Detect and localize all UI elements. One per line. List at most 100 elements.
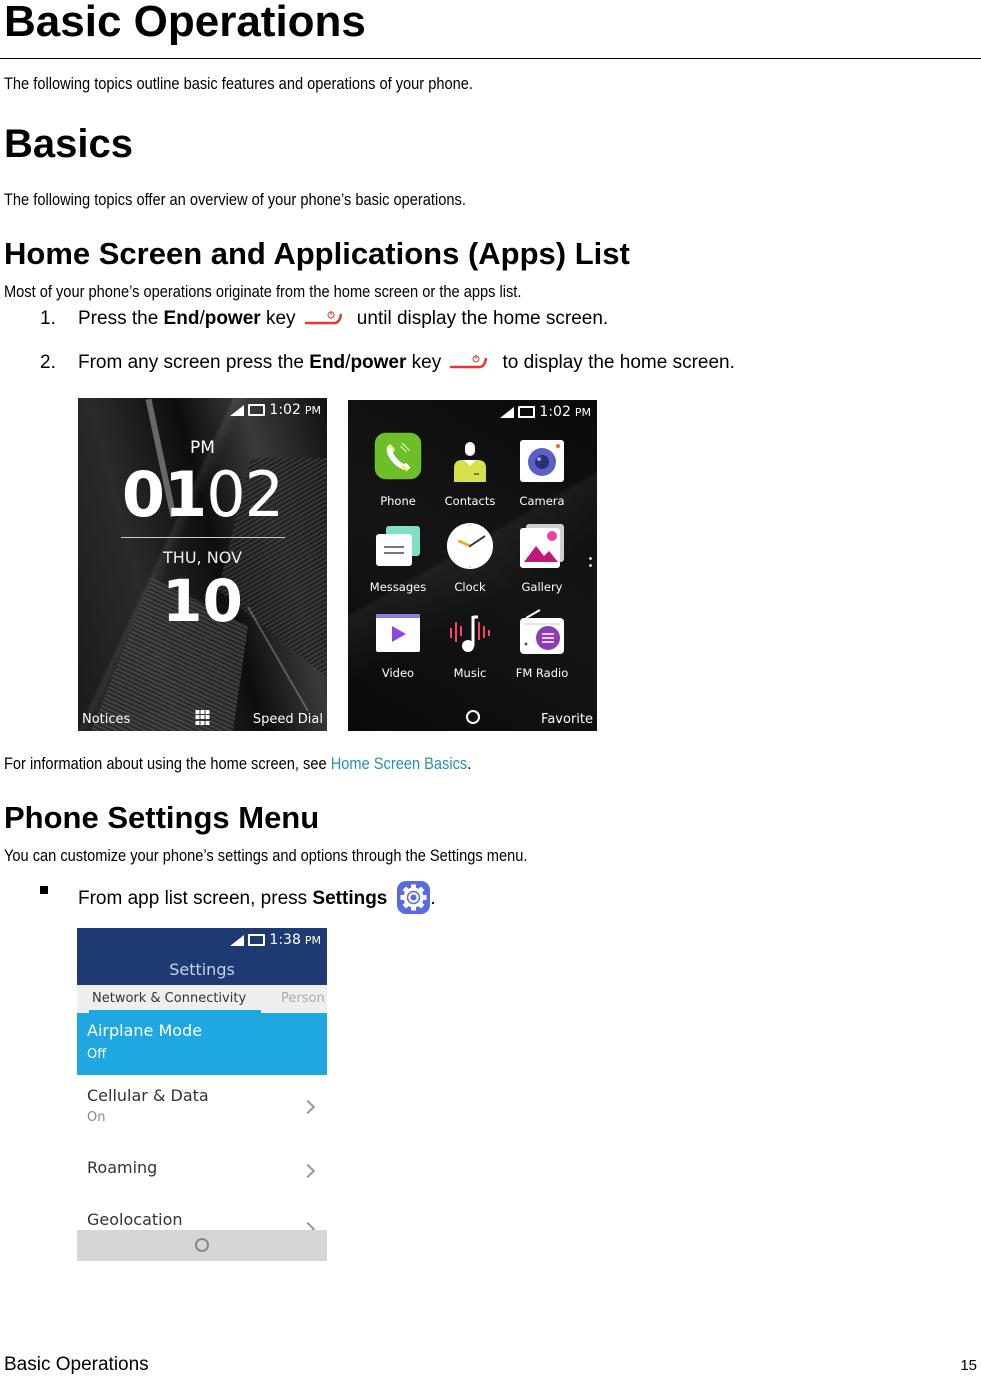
page-indicator bbox=[589, 557, 593, 571]
softkey-speed-dial[interactable]: Speed Dial bbox=[253, 712, 323, 727]
row-title: Geolocation bbox=[87, 1210, 183, 1229]
tab-network-connectivity[interactable]: Network & Connectivity bbox=[92, 991, 246, 1006]
bullet-pre: From app list screen, press bbox=[78, 888, 313, 909]
clock-hour: 01 bbox=[121, 458, 207, 531]
status-bar: 1:38 PM bbox=[230, 932, 321, 948]
settings-screenshot: 1:38 PM Settings Network & Connectivity P… bbox=[77, 928, 327, 1261]
status-time: 1:38 bbox=[269, 932, 301, 948]
basics-heading: Basics bbox=[4, 122, 133, 166]
clock-time: 0102 bbox=[78, 462, 327, 528]
app-label: Clock bbox=[454, 580, 486, 594]
home-section-intro-text: Most of your phone’s operations originat… bbox=[4, 282, 522, 301]
status-time: 1:02 bbox=[539, 404, 571, 420]
app-music[interactable]: Music bbox=[434, 608, 506, 688]
clock-minute: 02 bbox=[206, 458, 284, 531]
step-post: to display the home screen. bbox=[497, 352, 735, 373]
settings-tabs: Network & Connectivity Person bbox=[77, 985, 327, 1013]
softkey-favorite[interactable]: Favorite bbox=[541, 712, 593, 727]
app-video[interactable]: Video bbox=[362, 608, 434, 688]
settings-gear-icon bbox=[397, 881, 431, 914]
home-section-intro: Most of your phone’s operations originat… bbox=[4, 281, 606, 303]
settings-section-intro-text: You can customize your phone’s settings … bbox=[4, 846, 528, 865]
app-messages[interactable]: Messages bbox=[362, 522, 434, 602]
clock-date: THU, NOV bbox=[163, 548, 242, 567]
phone-icon bbox=[374, 432, 422, 484]
home-info-line: For information about using the home scr… bbox=[4, 753, 547, 775]
battery-icon bbox=[518, 406, 536, 418]
app-clock[interactable]: Clock bbox=[434, 522, 506, 602]
step-text: Press the End/power key until display th… bbox=[78, 307, 608, 331]
app-fm-radio[interactable]: FM Radio bbox=[506, 608, 578, 688]
app-phone[interactable]: Phone bbox=[362, 432, 434, 516]
home-circle-icon[interactable] bbox=[195, 1238, 209, 1252]
status-ampm: PM bbox=[574, 405, 591, 419]
apps-list-screenshot: 1:02 PM Phone Contacts Camera Messages C… bbox=[348, 400, 597, 731]
contacts-icon bbox=[446, 436, 494, 484]
step-mid: key bbox=[260, 308, 296, 329]
apps-grid-icon[interactable] bbox=[195, 710, 210, 725]
bullet-square bbox=[40, 886, 48, 894]
basics-intro-text: The following topics offer an overview o… bbox=[4, 190, 466, 209]
row-title: Airplane Mode bbox=[87, 1021, 203, 1040]
row-title: Roaming bbox=[87, 1158, 158, 1177]
info-post: . bbox=[467, 754, 472, 773]
step-number: 2. bbox=[40, 352, 56, 373]
app-grid: Phone Contacts Camera Messages Clock Gal… bbox=[362, 432, 582, 688]
softkey-notices[interactable]: Notices bbox=[82, 712, 130, 727]
app-label: Camera bbox=[519, 494, 565, 508]
clock-ampm: PM bbox=[190, 438, 215, 458]
home-screen-basics-link[interactable]: Home Screen Basics bbox=[331, 754, 468, 773]
basics-intro: The following topics offer an overview o… bbox=[4, 189, 541, 211]
tab-personalization[interactable]: Person bbox=[281, 991, 325, 1006]
page-intro: The following topics outline basic featu… bbox=[4, 73, 549, 95]
softkey-bar: Favorite bbox=[352, 707, 593, 727]
app-label: Gallery bbox=[521, 580, 563, 594]
app-label: Music bbox=[453, 666, 487, 680]
clock-day: 10 bbox=[162, 567, 243, 635]
app-contacts[interactable]: Contacts bbox=[434, 436, 506, 516]
app-gallery[interactable]: Gallery bbox=[506, 522, 578, 602]
app-label: Messages bbox=[369, 580, 427, 594]
app-label: Phone bbox=[380, 494, 416, 508]
home-section-heading: Home Screen and Applications (Apps) List bbox=[4, 236, 630, 271]
home-circle-icon[interactable] bbox=[465, 710, 480, 724]
clock-divider bbox=[121, 537, 285, 538]
settings-header: 1:38 PM Settings bbox=[77, 928, 327, 985]
settings-softkey-bar bbox=[77, 1230, 327, 1261]
step-number: 1. bbox=[40, 308, 56, 329]
video-icon bbox=[374, 608, 422, 656]
settings-row-cellular-data[interactable]: Cellular & Data On bbox=[77, 1078, 327, 1138]
bullet-post: . bbox=[430, 888, 436, 909]
chevron-right-icon bbox=[300, 1099, 316, 1115]
settings-section-heading: Phone Settings Menu bbox=[4, 800, 320, 835]
status-ampm: PM bbox=[304, 403, 321, 417]
settings-title: Settings bbox=[169, 960, 235, 979]
page-title: Basic Operations bbox=[4, 0, 366, 46]
status-time: 1:02 bbox=[269, 402, 301, 418]
footer-section-name: Basic Operations bbox=[4, 1354, 149, 1375]
gallery-icon bbox=[518, 522, 566, 570]
battery-icon bbox=[248, 404, 266, 416]
end-power-key-icon bbox=[447, 352, 491, 370]
signal-icon bbox=[230, 934, 245, 946]
status-bar: 1:02 PM bbox=[230, 402, 321, 418]
home-info-text: For information about using the home scr… bbox=[4, 753, 471, 775]
app-label: Contacts bbox=[444, 494, 496, 508]
status-bar: 1:02 PM bbox=[500, 404, 591, 420]
step-2: 2. From any screen press the End/power k… bbox=[0, 351, 900, 375]
chevron-right-icon bbox=[300, 1163, 316, 1179]
row-subtitle: Off bbox=[87, 1047, 107, 1062]
step-1: 1. Press the End/power key until display… bbox=[0, 307, 900, 331]
footer-page-number: 15 bbox=[960, 1357, 977, 1374]
status-ampm: PM bbox=[304, 933, 321, 947]
settings-row-airplane-mode[interactable]: Airplane Mode Off bbox=[77, 1013, 327, 1075]
clock-icon bbox=[446, 522, 494, 570]
settings-row-roaming[interactable]: Roaming bbox=[77, 1150, 327, 1200]
row-title: Cellular & Data bbox=[87, 1086, 209, 1105]
step-pre: Press the bbox=[78, 308, 164, 329]
camera-icon bbox=[518, 436, 566, 484]
app-camera[interactable]: Camera bbox=[506, 436, 578, 516]
step-bold-power: power bbox=[350, 352, 407, 373]
title-divider bbox=[0, 58, 981, 59]
step-text: From any screen press the End/power key … bbox=[78, 351, 735, 375]
